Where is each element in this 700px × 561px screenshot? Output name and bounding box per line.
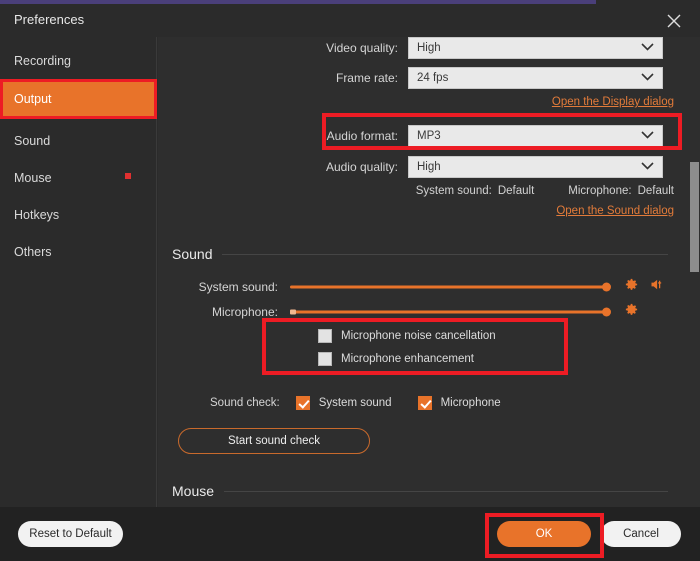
microphone-slider[interactable] bbox=[290, 305, 610, 319]
gear-icon[interactable] bbox=[624, 302, 639, 322]
gear-icon[interactable] bbox=[624, 277, 639, 297]
sound-section-title: Sound bbox=[172, 246, 222, 262]
sidebar-item-mouse[interactable]: Mouse bbox=[0, 159, 157, 196]
audio-quality-row: Audio quality: High bbox=[158, 156, 678, 178]
sound-check-system-sound-checkbox[interactable] bbox=[296, 396, 310, 410]
sound-check-row: Sound check: System sound Microphone bbox=[210, 396, 501, 410]
sidebar-item-others[interactable]: Others bbox=[0, 233, 157, 270]
frame-rate-label: Frame rate: bbox=[158, 71, 398, 85]
reset-to-default-label: Reset to Default bbox=[29, 528, 111, 540]
microphone-device-value: Default bbox=[638, 185, 674, 197]
slider-start-cap bbox=[290, 310, 296, 315]
display-dialog-row: Open the Display dialog bbox=[158, 96, 674, 108]
sidebar-item-hotkeys[interactable]: Hotkeys bbox=[0, 196, 157, 233]
sound-check-system-sound-label: System sound bbox=[319, 397, 392, 409]
video-quality-label: Video quality: bbox=[158, 41, 398, 55]
slider-track bbox=[290, 311, 610, 314]
audio-quality-value: High bbox=[417, 161, 441, 173]
sidebar-item-recording[interactable]: Recording bbox=[0, 42, 157, 79]
sound-dialog-row: Open the Sound dialog bbox=[158, 205, 674, 217]
microphone-slider-row: Microphone: bbox=[158, 302, 678, 322]
sidebar-item-label: Output bbox=[14, 92, 52, 106]
slider-track bbox=[290, 286, 610, 289]
cancel-button[interactable]: Cancel bbox=[601, 521, 681, 547]
title-bar: Preferences bbox=[0, 4, 700, 37]
audio-format-select[interactable]: MP3 bbox=[408, 125, 663, 147]
system-sound-device-value: Default bbox=[498, 185, 534, 197]
sidebar: Recording Output Sound Mouse Hotkeys Oth… bbox=[0, 37, 157, 507]
cancel-label: Cancel bbox=[623, 528, 659, 540]
sound-check-microphone-checkbox[interactable] bbox=[418, 396, 432, 410]
settings-content-pane: Video quality: High Frame rate: 24 fps O… bbox=[158, 37, 700, 507]
start-sound-check-button[interactable]: Start sound check bbox=[178, 428, 370, 454]
open-display-dialog-link[interactable]: Open the Display dialog bbox=[552, 96, 674, 108]
slider-handle[interactable] bbox=[602, 308, 611, 317]
frame-rate-value: 24 fps bbox=[417, 72, 448, 84]
audio-quality-select[interactable]: High bbox=[408, 156, 663, 178]
speaker-icon[interactable] bbox=[649, 277, 664, 297]
sidebar-item-label: Hotkeys bbox=[14, 208, 59, 222]
microphone-enhancement-checkbox[interactable] bbox=[318, 352, 332, 366]
ok-button[interactable]: OK bbox=[497, 521, 591, 547]
sound-section-header: Sound bbox=[172, 246, 700, 262]
microphone-noise-cancellation-label: Microphone noise cancellation bbox=[341, 330, 496, 342]
dialog-footer: Reset to Default OK Cancel bbox=[0, 507, 700, 561]
video-quality-row: Video quality: High bbox=[158, 37, 678, 59]
chevron-down-icon bbox=[641, 161, 654, 173]
mouse-section-title: Mouse bbox=[172, 483, 224, 499]
system-sound-slider-row: System sound: bbox=[158, 277, 678, 297]
video-quality-value: High bbox=[417, 42, 441, 54]
chevron-down-icon bbox=[641, 72, 654, 84]
system-sound-slider-label: System sound: bbox=[158, 280, 278, 294]
audio-devices-row: System sound: Default Microphone: Defaul… bbox=[158, 185, 674, 197]
sidebar-item-label: Recording bbox=[14, 54, 71, 68]
close-icon[interactable] bbox=[658, 6, 690, 36]
microphone-noise-cancellation-checkbox[interactable] bbox=[318, 329, 332, 343]
sidebar-item-label: Sound bbox=[14, 134, 50, 148]
sound-check-label: Sound check: bbox=[210, 397, 280, 409]
notification-badge-icon bbox=[125, 173, 131, 179]
window-title: Preferences bbox=[14, 12, 84, 27]
content-scrollbar[interactable] bbox=[689, 37, 700, 507]
chevron-down-icon bbox=[641, 130, 654, 142]
microphone-enhancement-label: Microphone enhancement bbox=[341, 353, 474, 365]
frame-rate-row: Frame rate: 24 fps bbox=[158, 67, 678, 89]
start-sound-check-label: Start sound check bbox=[228, 435, 320, 447]
scrollbar-thumb[interactable] bbox=[690, 162, 699, 272]
open-sound-dialog-link[interactable]: Open the Sound dialog bbox=[556, 205, 674, 217]
chevron-down-icon bbox=[641, 42, 654, 54]
sidebar-item-label: Mouse bbox=[14, 171, 52, 185]
section-divider bbox=[224, 491, 668, 492]
microphone-noise-cancellation-row[interactable]: Microphone noise cancellation bbox=[318, 329, 496, 343]
slider-handle[interactable] bbox=[602, 283, 611, 292]
sound-check-microphone-label: Microphone bbox=[441, 397, 501, 409]
sidebar-item-sound[interactable]: Sound bbox=[0, 122, 157, 159]
audio-format-row: Audio format: MP3 bbox=[158, 125, 678, 147]
frame-rate-select[interactable]: 24 fps bbox=[408, 67, 663, 89]
sidebar-item-output[interactable]: Output bbox=[0, 79, 157, 119]
system-sound-device-label: System sound: bbox=[416, 185, 492, 197]
ok-label: OK bbox=[536, 528, 553, 540]
audio-quality-label: Audio quality: bbox=[158, 160, 398, 174]
sidebar-item-label: Others bbox=[14, 245, 52, 259]
video-quality-select[interactable]: High bbox=[408, 37, 663, 59]
reset-to-default-button[interactable]: Reset to Default bbox=[18, 521, 123, 547]
microphone-enhancement-row[interactable]: Microphone enhancement bbox=[318, 352, 474, 366]
audio-format-label: Audio format: bbox=[158, 129, 398, 143]
audio-format-value: MP3 bbox=[417, 130, 441, 142]
section-divider bbox=[222, 254, 668, 255]
mouse-section-header: Mouse bbox=[172, 483, 700, 499]
system-sound-slider[interactable] bbox=[290, 280, 610, 294]
preferences-dialog: Preferences Recording Output Sound Mouse… bbox=[0, 0, 700, 561]
microphone-slider-label: Microphone: bbox=[158, 305, 278, 319]
microphone-device-label: Microphone: bbox=[568, 185, 631, 197]
